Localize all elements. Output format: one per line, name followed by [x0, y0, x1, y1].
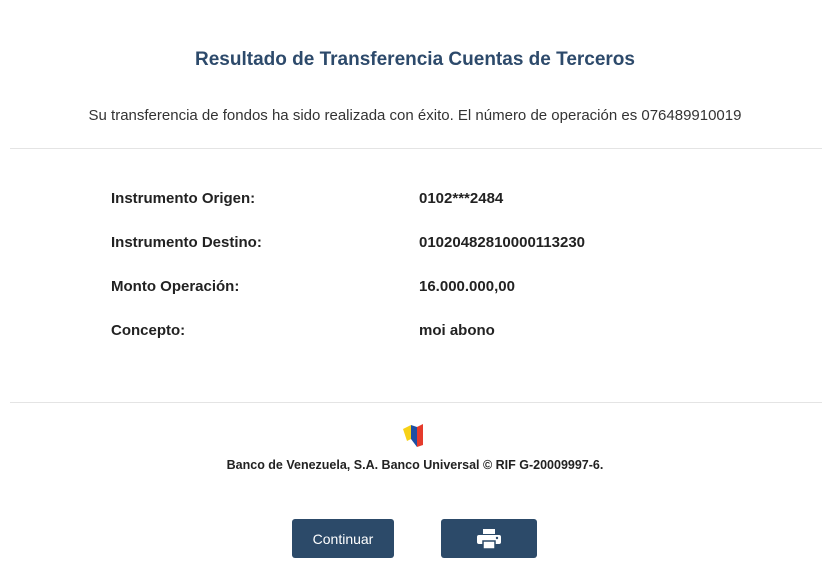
destination-label: Instrumento Destino:: [111, 234, 262, 251]
transfer-details: Instrumento Origen: 0102***2484 Instrume…: [111, 190, 711, 366]
concept-label: Concepto:: [111, 322, 186, 339]
detail-row-origin: Instrumento Origen: 0102***2484: [111, 190, 711, 234]
detail-row-amount: Monto Operación: 16.000.000,00: [111, 278, 711, 322]
detail-row-destination: Instrumento Destino: 0102048281000011323…: [111, 234, 711, 278]
footer-copyright: Banco de Venezuela, S.A. Banco Universal…: [226, 458, 604, 472]
detail-row-concept: Concepto: moi abono: [111, 322, 711, 366]
destination-value: 01020482810000113230: [419, 234, 586, 251]
amount-value: 16.000.000,00: [419, 278, 515, 295]
page-title: Resultado de Transferencia Cuentas de Te…: [195, 49, 635, 70]
print-button[interactable]: [441, 519, 537, 558]
banco-de-venezuela-logo-icon: [403, 424, 423, 447]
origin-label: Instrumento Origen:: [111, 190, 256, 207]
divider: [10, 148, 822, 149]
concept-value: moi abono: [419, 322, 495, 339]
transfer-result-page: Resultado de Transferencia Cuentas de Te…: [0, 0, 840, 568]
amount-label: Monto Operación:: [111, 278, 240, 295]
divider: [10, 402, 822, 403]
origin-value: 0102***2484: [419, 190, 504, 207]
printer-icon: [477, 528, 501, 549]
success-message: Su transferencia de fondos ha sido reali…: [88, 107, 742, 124]
continue-button[interactable]: Continuar: [292, 519, 394, 558]
